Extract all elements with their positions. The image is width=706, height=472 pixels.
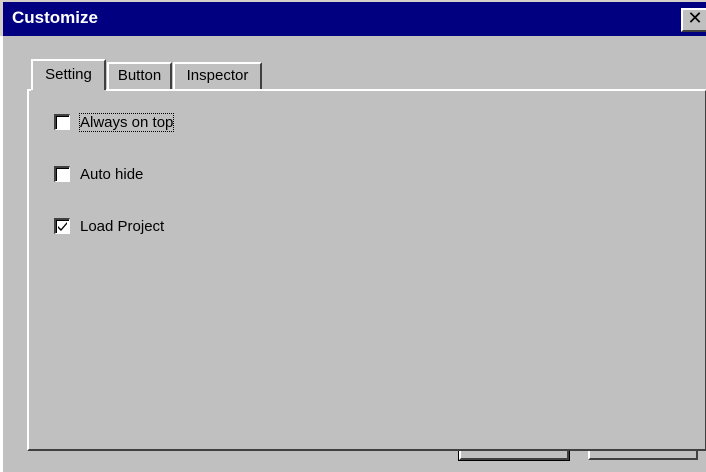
customize-dialog: Customize ✕ Setting Button Inspector Alw… (0, 0, 706, 472)
auto-hide-label[interactable]: Auto hide (80, 166, 143, 183)
close-icon: ✕ (687, 8, 703, 29)
load-project-label[interactable]: Load Project (80, 218, 164, 235)
load-project-checkbox[interactable] (54, 218, 70, 234)
tab-inspector[interactable]: Inspector (173, 62, 262, 89)
always-on-top-checkbox[interactable] (54, 114, 70, 130)
dialog-body: Setting Button Inspector Always on top A… (0, 36, 706, 472)
always-on-top-option[interactable]: Always on top (54, 111, 175, 133)
tab-setting[interactable]: Setting (31, 59, 106, 94)
always-on-top-label[interactable]: Always on top (78, 112, 175, 132)
load-project-option[interactable]: Load Project (54, 215, 164, 237)
window-title: Customize (12, 8, 98, 27)
tab-button[interactable]: Button (107, 62, 172, 89)
close-button[interactable]: ✕ (681, 8, 706, 32)
checkmark-icon (58, 222, 67, 231)
setting-tab-panel: Always on top Auto hide Load Project (27, 89, 706, 451)
auto-hide-checkbox[interactable] (54, 166, 70, 182)
auto-hide-option[interactable]: Auto hide (54, 163, 143, 185)
title-bar[interactable]: Customize ✕ (0, 0, 706, 36)
